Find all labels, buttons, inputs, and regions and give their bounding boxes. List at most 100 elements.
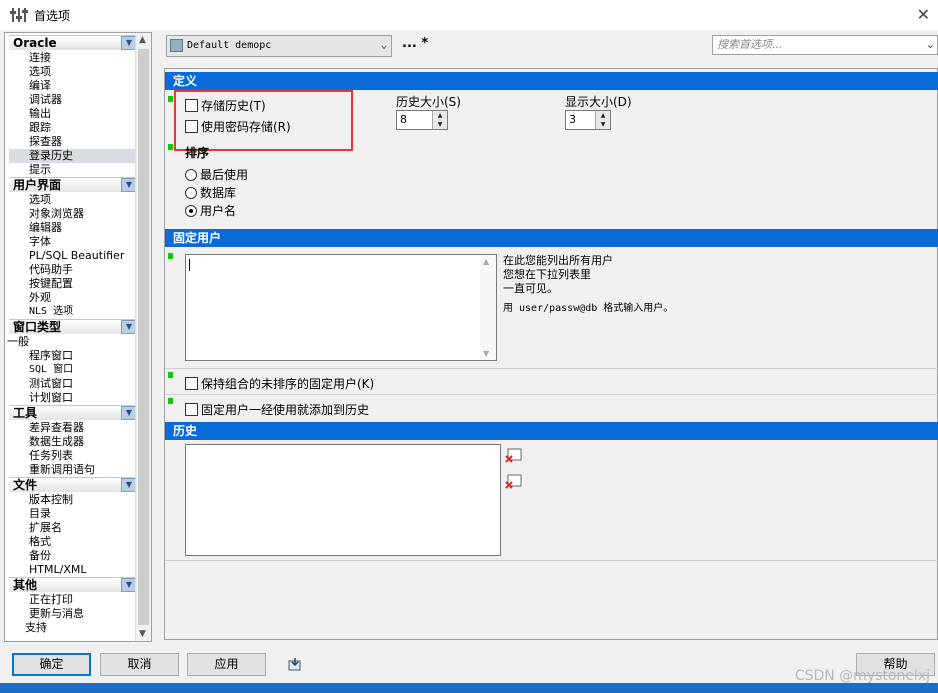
tree-item[interactable]: 一般 xyxy=(7,335,29,349)
tree-item[interactable]: 对象浏览器 xyxy=(29,207,84,221)
watermark: CSDN @mystonelxj xyxy=(794,668,930,684)
ok-button[interactable]: 确定 xyxy=(12,653,91,676)
tree-group-header[interactable]: 窗口类型 ▼ xyxy=(9,319,137,334)
preferences-app-icon xyxy=(10,8,28,22)
tree-group-header[interactable]: Oracle ▼ xyxy=(9,35,137,50)
tree-item[interactable]: 更新与消息 xyxy=(29,607,84,621)
change-marker xyxy=(168,96,173,102)
tree-item[interactable]: 任务列表 xyxy=(29,449,73,463)
tree-item[interactable]: NLS 选项 xyxy=(29,305,73,319)
tree-item[interactable]: 调试器 xyxy=(29,93,62,107)
tree-item[interactable]: 跟踪 xyxy=(29,121,51,135)
profile-select[interactable]: Default demopc ⌄ xyxy=(166,35,392,57)
checkbox-box[interactable] xyxy=(185,377,198,390)
tree-scrollbar[interactable]: ▲ ▼ xyxy=(135,33,151,641)
fixed-users-textarea[interactable]: ▲ ▼ xyxy=(185,254,497,361)
sort-radio-database[interactable]: 数据库 xyxy=(185,184,236,201)
sort-radio-last-used[interactable]: 最后使用 xyxy=(185,166,248,183)
change-marker xyxy=(168,144,173,150)
tree-item[interactable]: 程序窗口 xyxy=(29,349,73,363)
tree-item[interactable]: 编辑器 xyxy=(29,221,62,235)
tree-item[interactable]: HTML/XML xyxy=(29,563,86,577)
profile-cube-icon xyxy=(170,39,183,52)
more-options[interactable]: ... * xyxy=(402,36,428,51)
tree-item[interactable]: 代码助手 xyxy=(29,263,73,277)
scroll-down-icon[interactable]: ▼ xyxy=(139,629,146,639)
add-to-history-checkbox[interactable]: 固定用户一经使用就添加到历史 xyxy=(185,401,369,418)
apply-button[interactable]: 应用 xyxy=(187,653,266,676)
scroll-up-icon[interactable]: ▲ xyxy=(483,257,489,266)
history-list[interactable] xyxy=(185,444,501,556)
tree-item[interactable]: 提示 xyxy=(29,163,51,177)
close-icon[interactable]: ✕ xyxy=(917,5,930,24)
chevron-down-icon[interactable]: ⌄ xyxy=(381,36,387,56)
pin-icon[interactable] xyxy=(287,656,303,672)
radio-circle[interactable] xyxy=(185,186,197,199)
radio-circle-selected[interactable] xyxy=(185,204,197,217)
section-history-header: 历史 xyxy=(165,422,938,440)
tree-item[interactable]: 输出 xyxy=(29,107,51,121)
title-bar: 首选项 ✕ xyxy=(0,0,938,30)
sort-label: 排序 xyxy=(185,146,210,160)
tree-item[interactable]: 正在打印 xyxy=(29,593,73,607)
taskbar-strip xyxy=(0,683,938,693)
tree-item[interactable]: 按键配置 xyxy=(29,277,73,291)
tree-item[interactable]: 测试窗口 xyxy=(29,377,73,391)
tree-item[interactable]: 数据生成器 xyxy=(29,435,84,449)
tree-item[interactable]: 探查器 xyxy=(29,135,62,149)
tree-item[interactable]: 外观 xyxy=(29,291,51,305)
preferences-tree: Oracle ▼ 连接 选项 编译 调试器 输出 跟踪 探查器 登录历史 提示 用户界面 ▼ 选项 对象浏览… xyxy=(4,32,152,642)
change-marker xyxy=(168,372,173,378)
keep-unsorted-checkbox[interactable]: 保持组合的未排序的固定用户(K) xyxy=(185,375,374,392)
divider xyxy=(165,394,938,395)
tree-item[interactable]: 支持 xyxy=(25,621,47,635)
tree-item[interactable]: 登录历史 xyxy=(9,149,137,163)
text-caret xyxy=(189,259,190,271)
search-dropdown-icon[interactable]: ⌄ xyxy=(926,36,935,54)
textarea-scrollbar[interactable]: ▲ ▼ xyxy=(480,255,496,360)
display-size-label: 显示大小(D) xyxy=(565,95,632,109)
tree-item[interactable]: 差异查看器 xyxy=(29,421,84,435)
spinner-arrows-icon[interactable]: ▲ ▼ xyxy=(595,111,610,129)
history-size-spinner[interactable]: 8 ▲ ▼ xyxy=(396,110,448,130)
tree-item[interactable]: 计划窗口 xyxy=(29,391,73,405)
search-input[interactable]: 搜索首选项... ⌄ xyxy=(712,35,938,55)
tree-item[interactable]: PL/SQL Beautifier xyxy=(29,249,124,263)
tree-item[interactable]: 选项 xyxy=(29,193,51,207)
delete-all-history-icon[interactable] xyxy=(505,474,523,490)
tree-item[interactable]: 目录 xyxy=(29,507,51,521)
checkbox-box[interactable] xyxy=(185,403,198,416)
tree-item[interactable]: 扩展名 xyxy=(29,521,62,535)
sort-radio-username[interactable]: 用户名 xyxy=(185,202,236,219)
change-marker xyxy=(168,253,173,259)
history-size-label: 历史大小(S) xyxy=(396,95,461,109)
tree-item[interactable]: 重新调用语句 xyxy=(29,463,95,477)
tree-item[interactable]: 格式 xyxy=(29,535,51,549)
tree-item[interactable]: 版本控制 xyxy=(29,493,73,507)
scrollbar-thumb[interactable] xyxy=(138,49,149,625)
tree-group-header[interactable]: 其他 ▼ xyxy=(9,577,137,592)
scroll-up-icon[interactable]: ▲ xyxy=(139,35,146,45)
scroll-down-icon[interactable]: ▼ xyxy=(483,349,489,358)
spinner-arrows-icon[interactable]: ▲ ▼ xyxy=(432,111,447,129)
tree-item[interactable]: SQL 窗口 xyxy=(29,363,73,377)
tree-group-header[interactable]: 文件 ▼ xyxy=(9,477,137,492)
tree-item[interactable]: 连接 xyxy=(29,51,51,65)
tree-item[interactable]: 字体 xyxy=(29,235,51,249)
cancel-button[interactable]: 取消 xyxy=(100,653,179,676)
divider xyxy=(165,368,938,369)
delete-history-icon[interactable] xyxy=(505,448,523,464)
divider xyxy=(165,560,938,561)
tree-group-header[interactable]: 用户界面 ▼ xyxy=(9,177,137,192)
fixed-users-help-line: 您想在下拉列表里 xyxy=(503,268,591,281)
display-size-spinner[interactable]: 3 ▲ ▼ xyxy=(565,110,611,130)
search-placeholder: 搜索首选项... xyxy=(717,38,783,51)
fixed-users-help-line: 一直可见。 xyxy=(503,282,558,295)
change-marker xyxy=(168,398,173,404)
radio-circle[interactable] xyxy=(185,168,197,181)
tree-group-header[interactable]: 工具 ▼ xyxy=(9,405,137,420)
tree-item[interactable]: 编译 xyxy=(29,79,51,93)
fixed-users-help-line: 在此您能列出所有用户 xyxy=(503,254,613,267)
tree-item[interactable]: 选项 xyxy=(29,65,51,79)
tree-item[interactable]: 备份 xyxy=(29,549,51,563)
